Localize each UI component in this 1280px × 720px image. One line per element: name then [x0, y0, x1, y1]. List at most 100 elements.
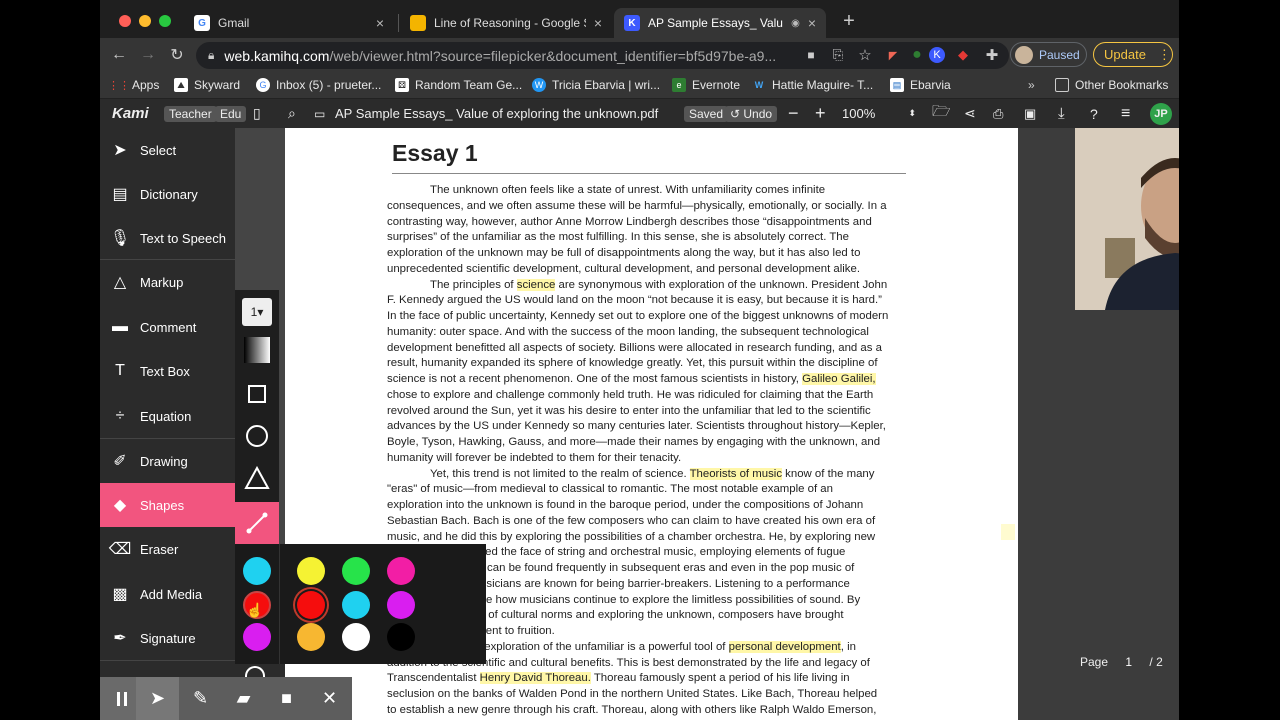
line-text: to establish a new genre through his cra…: [387, 703, 877, 716]
bookmark-skyward[interactable]: ⛰ Skyward: [174, 76, 240, 94]
tab-google-slides[interactable]: Line of Reasoning - Google Sli... ×: [400, 8, 612, 38]
sidebar-item-equation[interactable]: ÷ Equation: [100, 394, 235, 438]
saved-status: Saved: [684, 105, 729, 122]
maximize-window-button[interactable]: [159, 15, 171, 27]
bookmark-tricia[interactable]: W Tricia Ebarvia | wri...: [532, 76, 660, 94]
sidebar-item-add-media[interactable]: ▩ Add Media: [100, 572, 235, 616]
ebarvia-icon: ▤: [890, 78, 904, 92]
color-swatch[interactable]: [342, 591, 370, 619]
color-swatch[interactable]: [297, 591, 325, 619]
line-text: The principles of: [430, 278, 517, 291]
sidebar-item-signature[interactable]: ✒ Signature: [100, 616, 235, 660]
share-icon[interactable]: ⎘: [827, 44, 849, 66]
sidebar-item-drawing[interactable]: ✐ Drawing: [100, 439, 235, 483]
highlighter-icon[interactable]: ▰: [222, 677, 265, 720]
minimize-window-button[interactable]: [139, 15, 151, 27]
triangle-icon[interactable]: [243, 464, 271, 492]
pen-icon[interactable]: ✎: [179, 677, 222, 720]
close-window-button[interactable]: [119, 15, 131, 27]
user-avatar[interactable]: JP: [1150, 102, 1172, 125]
sidebar-item-select[interactable]: ➤ Select: [100, 128, 235, 172]
bookmark-evernote[interactable]: e Evernote: [672, 76, 740, 94]
forward-icon[interactable]: →: [137, 44, 159, 66]
line-text: In the face of public uncertainty, Kenne…: [387, 310, 889, 322]
menu-icon[interactable]: ≡: [1121, 99, 1130, 128]
shapes-flyout: 1 ▾: [235, 290, 279, 545]
bookmark-label: Evernote: [692, 78, 741, 92]
sidebar-item-dictionary[interactable]: ▤ Dictionary: [100, 172, 235, 216]
bookmark-ebarvia[interactable]: ▤ Ebarvia: [890, 76, 951, 94]
close-tab-icon[interactable]: ×: [376, 15, 384, 31]
page-total: / 2: [1149, 655, 1163, 669]
sidebar-item-text-box[interactable]: T Text Box: [100, 349, 235, 393]
tab-gmail[interactable]: G Gmail ×: [184, 8, 394, 38]
sidebar-item-label: Equation: [140, 408, 192, 424]
zoom-in-icon[interactable]: +: [815, 99, 826, 128]
bookmark-apps[interactable]: ⋮⋮ Apps: [108, 76, 159, 94]
essay-line: Boyle, Tyson, Hawking, Gauss, and more—m…: [387, 435, 922, 451]
evernote-extension-icon[interactable]: ●: [906, 44, 928, 66]
document-title[interactable]: AP Sample Essays_ Value of exploring the…: [335, 99, 658, 128]
sidebar-item-eraser[interactable]: ⌫ Eraser: [100, 527, 235, 571]
bookmark-inbox[interactable]: G Inbox (5) - prueter...: [256, 76, 381, 94]
search-icon[interactable]: ⌕: [288, 99, 296, 128]
video-camera-icon[interactable]: ■: [265, 677, 308, 720]
line-icon[interactable]: [235, 502, 279, 544]
print-icon[interactable]: ⎙: [993, 99, 1003, 128]
new-tab-icon[interactable]: +: [838, 10, 860, 32]
audio-indicator-icon: ◉: [791, 17, 800, 29]
close-tab-icon[interactable]: ×: [594, 15, 602, 31]
line-text: know of the many: [782, 467, 875, 480]
page-current-input[interactable]: 1: [1125, 655, 1133, 669]
help-icon[interactable]: ?: [1090, 99, 1098, 128]
zoom-out-icon[interactable]: −: [788, 99, 799, 128]
back-icon[interactable]: ←: [108, 44, 130, 66]
undo-button[interactable]: ↺ Undo: [725, 105, 778, 122]
rectangle-icon[interactable]: [243, 380, 271, 408]
zoom-select[interactable]: 100% ⬍: [842, 99, 916, 128]
bookmark-random-team[interactable]: ⚄ Random Team Ge...: [395, 76, 522, 94]
reload-icon[interactable]: ↻: [166, 44, 188, 66]
stroke-width-select[interactable]: 1 ▾: [242, 298, 272, 326]
extensions-puzzle-icon[interactable]: ✚: [981, 44, 1003, 66]
close-tab-icon[interactable]: ×: [808, 15, 816, 31]
sidebar-toggle-icon[interactable]: ▯: [253, 99, 261, 128]
other-bookmarks[interactable]: Other Bookmarks: [1055, 76, 1168, 94]
red-extension-icon[interactable]: ◆: [952, 44, 974, 66]
pointer-icon[interactable]: ➤: [136, 677, 179, 720]
save-icon[interactable]: ▣: [1024, 99, 1036, 128]
color-swatch[interactable]: [243, 623, 271, 651]
color-swatch[interactable]: [342, 557, 370, 585]
color-swatch[interactable]: [297, 557, 325, 585]
tab-kami[interactable]: K AP Sample Essays_ Value o... ◉ ×: [614, 8, 826, 38]
download-icon[interactable]: ⤓: [1058, 99, 1065, 128]
tab-title: Line of Reasoning - Google Sli...: [434, 16, 586, 30]
bookmark-star-icon[interactable]: ☆: [854, 44, 876, 66]
update-button[interactable]: Update ⋮: [1093, 42, 1173, 67]
color-swatch[interactable]: [387, 623, 415, 651]
recording-controls: ➤ ✎ ▰ ■ ✕: [100, 677, 352, 720]
close-recorder-icon[interactable]: ✕: [308, 677, 351, 720]
more-bookmarks-icon[interactable]: »: [1028, 76, 1035, 94]
share-network-icon[interactable]: ⋖: [964, 99, 976, 128]
color-swatch[interactable]: [297, 623, 325, 651]
circle-icon[interactable]: [243, 422, 271, 450]
apps-grid-icon: ⋮⋮: [108, 79, 130, 92]
color-swatch[interactable]: [387, 557, 415, 585]
color-swatch[interactable]: [243, 557, 271, 585]
sidebar-item-shapes[interactable]: ◆ Shapes: [100, 483, 235, 527]
profile-button[interactable]: Paused: [1010, 42, 1087, 67]
extension-icon[interactable]: ◤: [882, 44, 904, 66]
kebab-menu-icon: ⋮: [1157, 46, 1171, 62]
sidebar-item-markup[interactable]: △ Markup: [100, 260, 235, 304]
color-swatch[interactable]: [387, 591, 415, 619]
bookmark-hattie[interactable]: W Hattie Maguire- T...: [752, 76, 873, 94]
kami-extension-icon[interactable]: K: [926, 44, 948, 66]
camera-icon[interactable]: ■: [800, 44, 822, 66]
color-swatch[interactable]: [342, 623, 370, 651]
sidebar-item-comment[interactable]: ▬ Comment: [100, 305, 235, 349]
gradient-fill-icon[interactable]: [243, 336, 271, 364]
sidebar-divider: [100, 259, 235, 260]
folder-open-icon[interactable]: 🗁︎: [932, 99, 951, 128]
sidebar-item-text-to-speech[interactable]: 🎙︎ Text to Speech: [100, 216, 235, 260]
